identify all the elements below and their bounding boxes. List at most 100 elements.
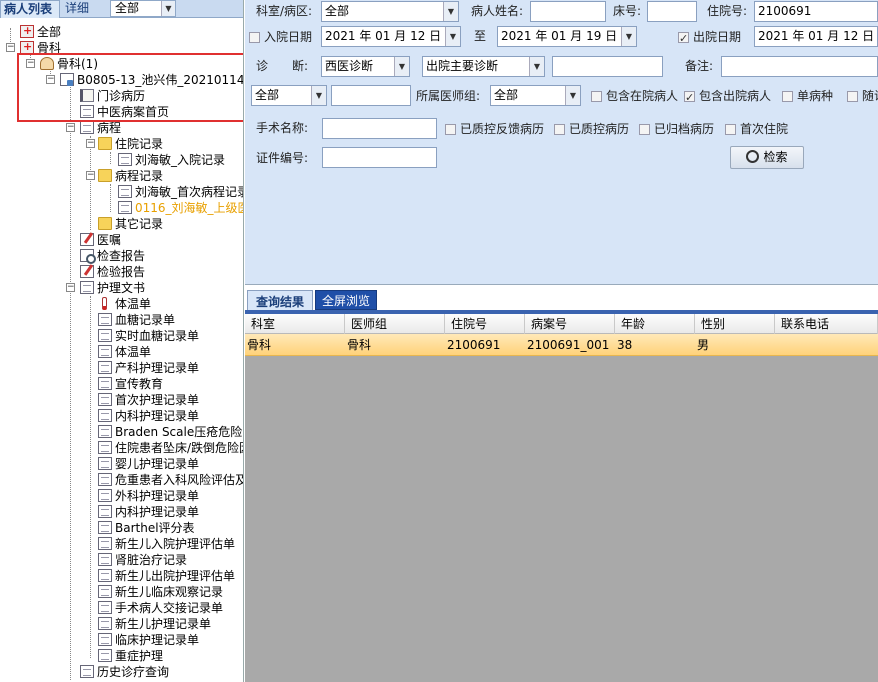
- chevron-down-icon[interactable]: ▼: [443, 2, 458, 21]
- checkbox-icon: [725, 124, 736, 135]
- tree-item-history-query[interactable]: 历史诊疗查询: [80, 664, 169, 680]
- tree-item-nursing[interactable]: 新生儿出院护理评估单: [98, 568, 235, 584]
- column-header[interactable]: 病案号: [525, 314, 615, 334]
- collapse-icon[interactable]: −: [26, 59, 35, 68]
- dept-select[interactable]: 全部 ▼: [321, 1, 459, 22]
- tree-item-nursing[interactable]: 首次护理记录单: [98, 392, 199, 408]
- tree-item-nursing[interactable]: 新生儿护理记录单: [98, 616, 211, 632]
- tab-detail[interactable]: 详细: [62, 0, 102, 18]
- chevron-down-icon[interactable]: ▼: [445, 27, 460, 46]
- admit-date-checkbox[interactable]: 入院日期: [249, 27, 312, 47]
- tree-item-orthopedics-group[interactable]: 骨科(1): [40, 56, 98, 72]
- column-header[interactable]: 住院号: [445, 314, 525, 334]
- surgery-input[interactable]: [322, 118, 437, 139]
- bed-input[interactable]: [647, 1, 697, 22]
- tree-item-nursing[interactable]: 体温单: [98, 296, 151, 312]
- diagnosis-type-select[interactable]: 西医诊断 ▼: [321, 56, 410, 77]
- tree-item-nursing[interactable]: 婴儿护理记录单: [98, 456, 199, 472]
- tab-patient-list[interactable]: 病人列表: [0, 0, 60, 18]
- tree-item-nursing[interactable]: 新生儿临床观察记录: [98, 584, 223, 600]
- tree-item-nursing[interactable]: 内科护理记录单: [98, 408, 199, 424]
- tree-item-nursing[interactable]: 外科护理记录单: [98, 488, 199, 504]
- tree-item-outpatient[interactable]: 门诊病历: [80, 88, 145, 104]
- admit-date-from[interactable]: 2021 年 01 月 12 日 ▼: [321, 26, 461, 47]
- column-header[interactable]: 医师组: [345, 314, 445, 334]
- tree-item-nursing[interactable]: 血糖记录单: [98, 312, 175, 328]
- tree-item-first-course[interactable]: 刘海敏_首次病程记录: [118, 184, 243, 200]
- tree-item-patient[interactable]: B0805-13_池兴伟_20210114: [60, 72, 243, 88]
- tree-item-superior-round[interactable]: 0116_刘海敏_上级医: [118, 200, 243, 216]
- tree-item-inpatient-records[interactable]: 住院记录: [98, 136, 163, 152]
- collapse-icon[interactable]: −: [86, 171, 95, 180]
- column-header[interactable]: 性别: [695, 314, 775, 334]
- tree-item-nursing[interactable]: 危重患者入科风险评估及: [98, 472, 243, 488]
- diagnosis-input[interactable]: [552, 56, 663, 77]
- tree-item-nursing[interactable]: 肾脏治疗记录: [98, 552, 187, 568]
- chevron-down-icon[interactable]: ▼: [621, 27, 636, 46]
- discharge-date-from[interactable]: 2021 年 01 月 12 日: [754, 26, 878, 47]
- followup-checkbox[interactable]: 随访: [847, 86, 878, 106]
- first-admission-checkbox[interactable]: 首次住院: [725, 119, 788, 139]
- chevron-down-icon[interactable]: ▼: [311, 86, 326, 105]
- admission-no-input[interactable]: 2100691: [754, 1, 878, 22]
- tree-item-nursing[interactable]: Braden Scale压疮危险因素: [98, 424, 243, 440]
- column-header[interactable]: 年龄: [615, 314, 695, 334]
- collapse-icon[interactable]: −: [6, 43, 15, 52]
- column-header[interactable]: 科室: [245, 314, 345, 334]
- single-disease-checkbox[interactable]: 单病种: [782, 86, 833, 106]
- tree-item-nursing[interactable]: 住院患者坠床/跌倒危险因素: [98, 440, 243, 456]
- tree-item-other-records[interactable]: 其它记录: [98, 216, 163, 232]
- tree-item-orthopedics[interactable]: 骨科: [20, 39, 61, 56]
- remark-input[interactable]: [721, 56, 878, 77]
- chevron-down-icon[interactable]: ▼: [394, 57, 409, 76]
- tree-item-nursing[interactable]: 体温单: [98, 344, 151, 360]
- tree-item-nursing[interactable]: 重症护理: [98, 648, 163, 664]
- doctor-group-select[interactable]: 全部 ▼: [490, 85, 581, 106]
- include-inpatient-checkbox[interactable]: 包含在院病人: [591, 86, 678, 106]
- collapse-icon[interactable]: −: [46, 75, 55, 84]
- archived-checkbox[interactable]: 已归档病历: [639, 119, 714, 139]
- column-header[interactable]: 联系电话: [775, 314, 878, 334]
- qc-checkbox[interactable]: 已质控病历: [554, 119, 629, 139]
- chevron-down-icon[interactable]: ▼: [565, 86, 580, 105]
- diagnosis-kind-select[interactable]: 出院主要诊断 ▼: [422, 56, 545, 77]
- tree-item-all[interactable]: 全部: [8, 23, 61, 40]
- patient-record-icon: [60, 73, 74, 86]
- chevron-down-icon[interactable]: ▼: [161, 1, 175, 16]
- collapse-icon[interactable]: −: [86, 139, 95, 148]
- collapse-icon[interactable]: −: [66, 283, 75, 292]
- tree-item-nursing[interactable]: 内科护理记录单: [98, 504, 199, 520]
- scope-select[interactable]: 全部 ▼: [251, 85, 327, 106]
- patient-list-panel: 病人列表 详细 全部 ▼ 全部 − 骨科 − 骨科(1) − B0805-13_…: [0, 0, 244, 682]
- tree-item-nursing[interactable]: 宣传教育: [98, 376, 163, 392]
- tree-item-lab-report[interactable]: 检验报告: [80, 264, 145, 280]
- tree-item-nursing-docs[interactable]: 护理文书: [80, 280, 145, 296]
- tab-fullscreen[interactable]: 全屏浏览: [315, 290, 377, 310]
- table-row[interactable]: 骨科 骨科 2100691 2100691_001 38 男: [245, 334, 878, 356]
- admit-date-to[interactable]: 2021 年 01 月 19 日 ▼: [497, 26, 637, 47]
- scope-input[interactable]: [331, 85, 411, 106]
- tree-item-course-records[interactable]: 病程记录: [98, 168, 163, 184]
- tree-item-nursing[interactable]: 临床护理记录单: [98, 632, 199, 648]
- tree-item-course[interactable]: 病程: [80, 120, 121, 136]
- tree-item-nursing[interactable]: Barthel评分表: [98, 520, 195, 536]
- collapse-icon[interactable]: −: [66, 123, 75, 132]
- qc-feedback-checkbox[interactable]: 已质控反馈病历: [445, 119, 544, 139]
- tree-item-nursing[interactable]: 手术病人交接记录单: [98, 600, 223, 616]
- tree-item-orders[interactable]: 医嘱: [80, 232, 121, 248]
- search-button[interactable]: 检索: [730, 146, 804, 169]
- tree-item-nursing[interactable]: 实时血糖记录单: [98, 328, 199, 344]
- folder-icon: [98, 169, 112, 182]
- include-discharged-checkbox[interactable]: 包含出院病人: [684, 86, 771, 108]
- tree-item-nursing[interactable]: 新生儿入院护理评估单: [98, 536, 235, 552]
- tree-item-nursing[interactable]: 产科护理记录单: [98, 360, 199, 376]
- discharge-date-checkbox[interactable]: 出院日期: [678, 27, 741, 49]
- patient-name-input[interactable]: [530, 1, 606, 22]
- tree-item-exam-report[interactable]: 检查报告: [80, 248, 145, 264]
- certificate-input[interactable]: [322, 147, 437, 168]
- tree-item-admission-record[interactable]: 刘海敏_入院记录: [118, 152, 225, 168]
- chevron-down-icon[interactable]: ▼: [529, 57, 544, 76]
- tree-item-tcm-home[interactable]: 中医病案首页: [80, 104, 169, 120]
- patient-filter-select[interactable]: 全部 ▼: [110, 0, 176, 17]
- tab-query-result[interactable]: 查询结果: [247, 290, 313, 312]
